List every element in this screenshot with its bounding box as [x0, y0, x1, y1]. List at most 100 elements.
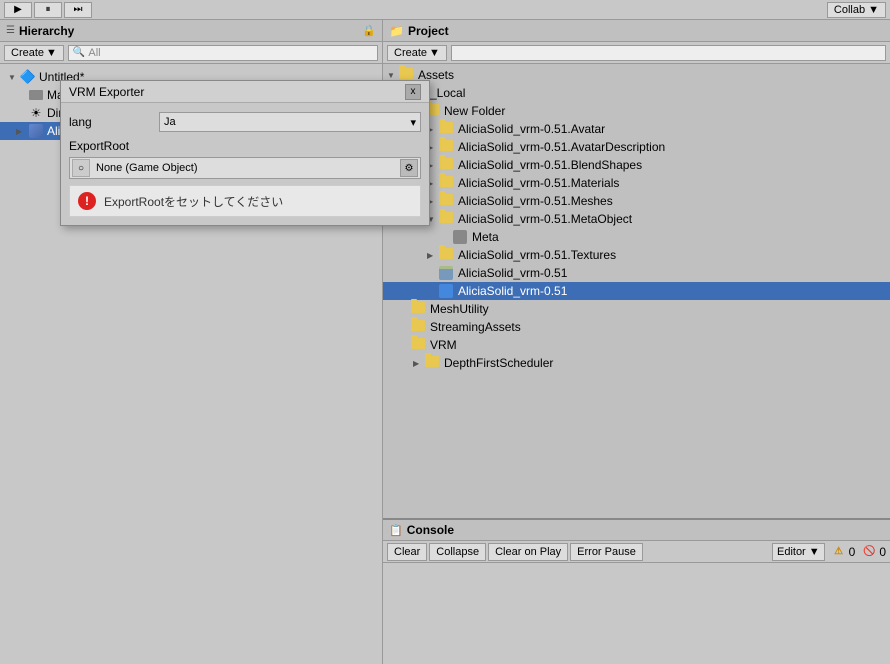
vrm-close-button[interactable]: x: [405, 84, 421, 100]
metaobject-icon: [439, 212, 455, 226]
console-clear-button[interactable]: Clear: [387, 543, 427, 561]
hierarchy-toolbar: Create ▼ 🔍 All: [0, 42, 382, 64]
console-collapse-button[interactable]: Collapse: [429, 543, 486, 561]
hierarchy-icon: ☰: [6, 25, 15, 36]
console-header: 📋 Console: [383, 519, 890, 541]
materials-folder[interactable]: AliciaSolid_vrm-0.51.Materials: [383, 174, 890, 192]
collab-button[interactable]: Collab ▼: [827, 2, 886, 18]
vrm-exporter-dialog: VRM Exporter x lang Ja ▾ ExportRoot: [60, 80, 430, 226]
meshes-folder[interactable]: AliciaSolid_vrm-0.51.Meshes: [383, 192, 890, 210]
export-root-field: ○ None (Game Object) ⚙: [69, 157, 421, 179]
alicia-vrm-icon: [439, 266, 455, 280]
lock-icon[interactable]: 🔒: [362, 24, 376, 37]
play-button[interactable]: ▶: [4, 2, 32, 18]
game-object-name: None (Game Object): [92, 162, 400, 174]
alicia-selected-label: AliciaSolid_vrm-0.51: [458, 284, 567, 298]
hierarchy-search-placeholder: All: [88, 47, 100, 59]
main-area: ☰ Hierarchy 🔒 Create ▼ 🔍 All 🔷 Untitled*: [0, 20, 890, 664]
console-title: Console: [407, 523, 454, 537]
console-clear-on-play-button[interactable]: Clear on Play: [488, 543, 568, 561]
warn-icon: ⚠: [831, 544, 847, 560]
textures-icon: [439, 248, 455, 262]
vrm-dialog-body: lang Ja ▾ ExportRoot ○ None (Game Object…: [61, 103, 429, 225]
hierarchy-title: Hierarchy: [19, 24, 74, 38]
depth-folder[interactable]: DepthFirstScheduler: [383, 354, 890, 372]
hierarchy-panel: ☰ Hierarchy 🔒 Create ▼ 🔍 All 🔷 Untitled*: [0, 20, 383, 664]
console-editor-dropdown[interactable]: Editor ▼: [772, 543, 825, 561]
depth-icon: [425, 356, 441, 370]
error-icon: !: [78, 192, 96, 210]
project-toolbar: Create ▼: [383, 42, 890, 64]
project-header: 📁 Project: [383, 20, 890, 42]
console-icon: 📋: [389, 524, 403, 537]
scene-icon: 🔷: [20, 69, 36, 85]
materials-label: AliciaSolid_vrm-0.51.Materials: [458, 176, 619, 190]
project-title: Project: [408, 24, 449, 38]
alicia-vrm-label: AliciaSolid_vrm-0.51: [458, 266, 567, 280]
error-icon-sm: 🚫: [861, 544, 877, 560]
hierarchy-search[interactable]: 🔍 All: [68, 45, 378, 61]
console-toolbar: Clear Collapse Clear on Play Error Pause…: [383, 541, 890, 563]
alicia-vrm-selected[interactable]: AliciaSolid_vrm-0.51: [383, 282, 890, 300]
streaming-icon: [411, 320, 427, 334]
new-folder[interactable]: New Folder: [383, 102, 890, 120]
hierarchy-header: ☰ Hierarchy 🔒: [0, 20, 382, 42]
streaming-folder[interactable]: StreamingAssets: [383, 318, 890, 336]
camera-icon: [28, 87, 44, 103]
lang-select[interactable]: Ja ▾: [159, 112, 421, 132]
depth-label: DepthFirstScheduler: [444, 356, 553, 370]
alicia-vrm-file[interactable]: AliciaSolid_vrm-0.51: [383, 264, 890, 282]
local-label: _Local: [430, 86, 465, 100]
search-icon: 🔍: [73, 47, 85, 58]
meta-label: Meta: [472, 230, 499, 244]
scene-arrow: [8, 72, 20, 83]
blendshapes-icon: [439, 158, 455, 172]
pause-button[interactable]: ⏸: [34, 2, 62, 18]
metaobject-folder[interactable]: AliciaSolid_vrm-0.51.MetaObject: [383, 210, 890, 228]
blendshapes-folder[interactable]: AliciaSolid_vrm-0.51.BlendShapes: [383, 156, 890, 174]
meshutility-icon: [411, 302, 427, 316]
meta-icon: [453, 230, 469, 244]
assets-folder[interactable]: Assets: [383, 66, 890, 84]
meshutility-folder[interactable]: MeshUtility: [383, 300, 890, 318]
meshes-label: AliciaSolid_vrm-0.51.Meshes: [458, 194, 613, 208]
meshutility-label: MeshUtility: [430, 302, 489, 316]
project-tree: Assets _Local New Folder: [383, 64, 890, 518]
vrm-folder[interactable]: VRM: [383, 336, 890, 354]
textures-folder[interactable]: AliciaSolid_vrm-0.51.Textures: [383, 246, 890, 264]
console-panel: 📋 Console Clear Collapse Clear on Play E…: [383, 519, 890, 664]
step-button[interactable]: ⏭: [64, 2, 92, 18]
game-object-icon: ○: [72, 159, 90, 177]
avatar-folder[interactable]: AliciaSolid_vrm-0.51.Avatar: [383, 120, 890, 138]
project-search-input[interactable]: [451, 45, 886, 61]
new-folder-label: New Folder: [444, 104, 505, 118]
textures-label: AliciaSolid_vrm-0.51.Textures: [458, 248, 616, 262]
hierarchy-create-button[interactable]: Create ▼: [4, 45, 64, 61]
vrm-dialog-header: VRM Exporter x: [61, 81, 429, 103]
vrm-dialog-title: VRM Exporter: [69, 85, 144, 99]
meta-item[interactable]: Meta: [383, 228, 890, 246]
vrm-error-text: ExportRootをセットしてください: [104, 193, 283, 210]
assets-arrow: [387, 70, 399, 81]
vrm-error-row: ! ExportRootをセットしてください: [69, 185, 421, 217]
console-error-pause-button[interactable]: Error Pause: [570, 543, 643, 561]
project-icon: 📁: [389, 24, 404, 38]
meshes-icon: [439, 194, 455, 208]
lang-row: lang Ja ▾: [69, 111, 421, 133]
console-warn-count: ⚠ 0: [831, 544, 856, 560]
light-icon: ☀: [28, 105, 44, 121]
vrm-label: VRM: [430, 338, 457, 352]
settings-button[interactable]: ⚙: [400, 159, 418, 177]
alicia-selected-icon: [439, 284, 455, 298]
blendshapes-label: AliciaSolid_vrm-0.51.BlendShapes: [458, 158, 642, 172]
vrm-icon: [411, 338, 427, 352]
avatar-folder-label: AliciaSolid_vrm-0.51.Avatar: [458, 122, 605, 136]
avatardesc-label: AliciaSolid_vrm-0.51.AvatarDescription: [458, 140, 665, 154]
local-folder[interactable]: _Local: [383, 84, 890, 102]
lang-label: lang: [69, 115, 159, 129]
avatardesc-folder[interactable]: AliciaSolid_vrm-0.51.AvatarDescription: [383, 138, 890, 156]
materials-icon: [439, 176, 455, 190]
project-create-button[interactable]: Create ▼: [387, 45, 447, 61]
alicia-icon: [28, 123, 44, 139]
avatardesc-icon: [439, 140, 455, 154]
